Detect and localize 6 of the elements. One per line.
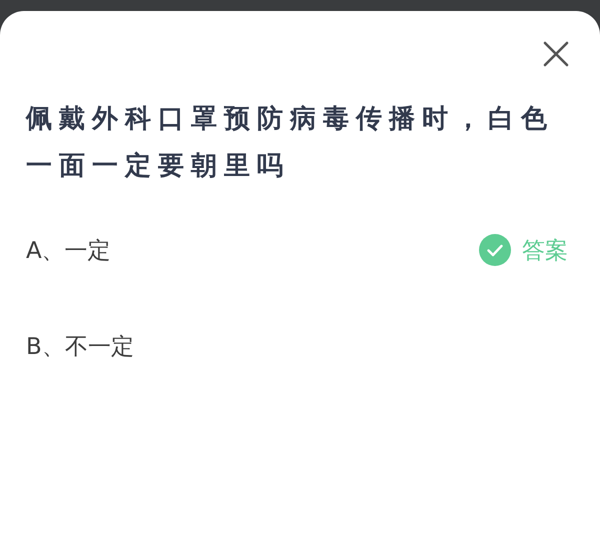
option-label[interactable]: B、不一定 <box>26 330 134 362</box>
check-icon <box>478 233 512 267</box>
answer-label: 答案 <box>522 236 568 266</box>
close-icon[interactable] <box>543 41 569 67</box>
question-text: 佩戴外科口罩预防病毒传播时，白色一面一定要朝里吗 <box>26 103 555 183</box>
option-label[interactable]: A、一定 <box>26 234 111 266</box>
